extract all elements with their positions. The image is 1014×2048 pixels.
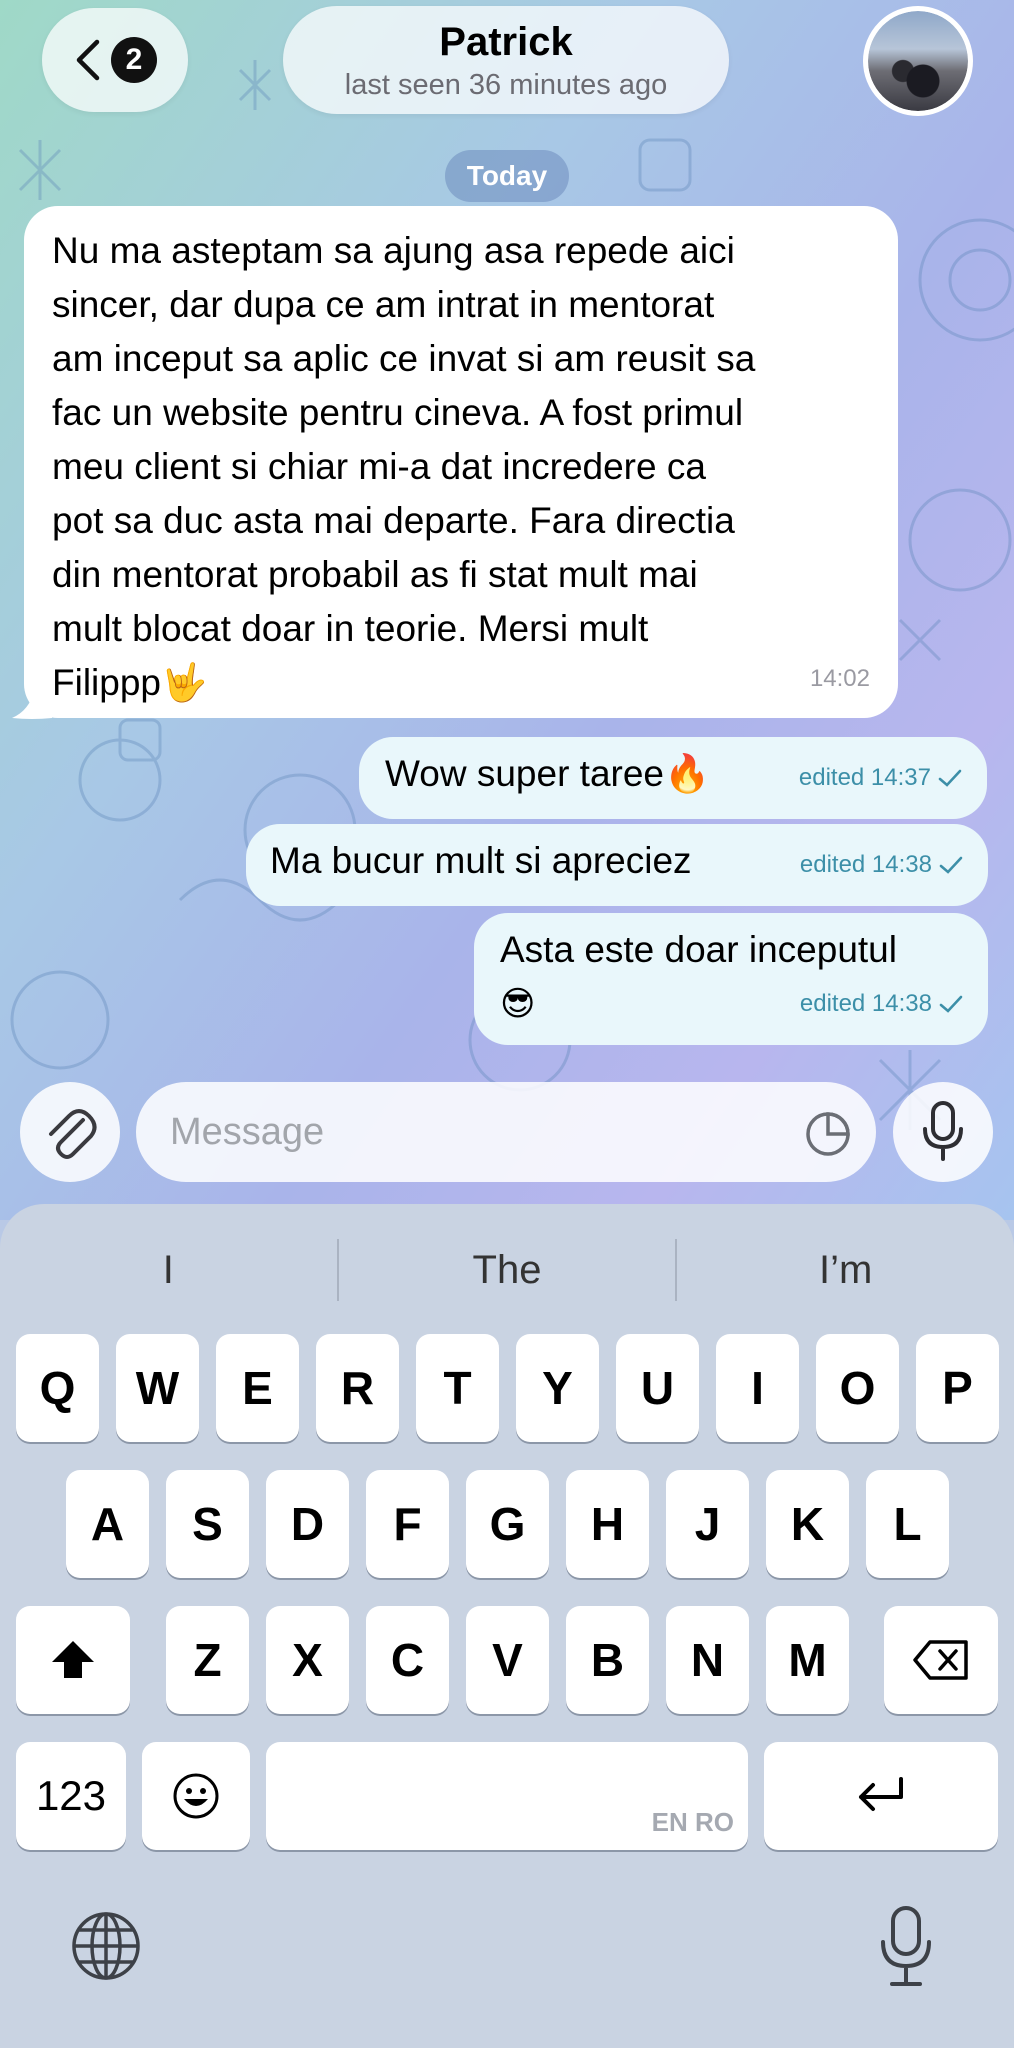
chat-title[interactable]: Patrick last seen 36 minutes ago xyxy=(283,6,729,114)
suggestion-item[interactable]: The xyxy=(339,1230,676,1310)
edited-time: edited 14:37 xyxy=(798,764,931,791)
back-button[interactable]: 2 xyxy=(42,8,188,112)
return-icon xyxy=(859,1777,903,1811)
outgoing-message[interactable]: Wow super taree🔥 edited 14:37 xyxy=(359,737,987,819)
sticker-icon[interactable] xyxy=(804,1110,852,1158)
edited-time: edited 14:38 xyxy=(799,990,932,1017)
keyboard-languages: EN RO xyxy=(651,1807,734,1837)
key-f[interactable]: F xyxy=(366,1470,449,1578)
message-text: Asta este doar inceputul xyxy=(500,929,897,970)
emoji-key[interactable] xyxy=(142,1742,250,1850)
message-input[interactable] xyxy=(168,1109,752,1155)
attach-button[interactable] xyxy=(20,1082,120,1182)
sent-check-icon xyxy=(939,995,963,1013)
key-t[interactable]: T xyxy=(416,1334,499,1442)
key-s[interactable]: S xyxy=(166,1470,249,1578)
key-c[interactable]: C xyxy=(366,1606,449,1714)
sent-check-icon xyxy=(939,856,963,874)
suggestion-item[interactable]: I’m xyxy=(677,1230,1014,1310)
message-line: sincer, dar dupa ce am intrat in mentora… xyxy=(52,284,715,325)
key-x[interactable]: X xyxy=(266,1606,349,1714)
message-line: mult blocat doar in teorie. Mersi mult xyxy=(52,608,649,649)
incoming-message[interactable]: Nu ma asteptam sa ajung asa repede aici … xyxy=(24,206,898,718)
suggestion-bar: I The I’m xyxy=(0,1230,1014,1310)
key-a[interactable]: A xyxy=(66,1470,149,1578)
globe-icon[interactable] xyxy=(70,1910,142,1982)
message-meta: edited 14:38 xyxy=(800,838,964,892)
key-i[interactable]: I xyxy=(716,1334,799,1442)
key-o[interactable]: O xyxy=(816,1334,899,1442)
key-p[interactable]: P xyxy=(916,1334,999,1442)
key-q[interactable]: Q xyxy=(16,1334,99,1442)
message-line: fac un website pentru cineva. A fost pri… xyxy=(52,392,744,433)
outgoing-message[interactable]: Ma bucur mult si apreciez edited 14:38 xyxy=(246,824,988,906)
key-m[interactable]: M xyxy=(766,1606,849,1714)
message-meta: edited 14:38 xyxy=(800,977,964,1031)
key-w[interactable]: W xyxy=(116,1334,199,1442)
chevron-left-icon xyxy=(76,39,100,81)
contact-name: Patrick xyxy=(439,20,573,64)
key-z[interactable]: Z xyxy=(166,1606,249,1714)
message-time: 14:02 xyxy=(809,665,870,692)
message-line: meu client si chiar mi-a dat incredere c… xyxy=(52,446,706,487)
keyboard: I The I’m Q W E R T Y U I O P A S D F G … xyxy=(0,1204,1014,2048)
key-g[interactable]: G xyxy=(466,1470,549,1578)
message-text: Wow super taree🔥 xyxy=(385,753,711,794)
key-b[interactable]: B xyxy=(566,1606,649,1714)
message-text: Ma bucur mult si apreciez xyxy=(270,840,692,881)
shift-key[interactable] xyxy=(16,1606,130,1714)
numbers-key[interactable]: 123 xyxy=(16,1742,126,1850)
unread-count-badge: 2 xyxy=(111,37,157,83)
message-meta: edited 14:37 xyxy=(799,751,963,805)
suggestion-item[interactable]: I xyxy=(0,1230,337,1310)
key-r[interactable]: R xyxy=(316,1334,399,1442)
message-line: am inceput sa aplic ce invat si am reusi… xyxy=(52,338,756,379)
emoji-icon xyxy=(173,1773,219,1819)
delete-key[interactable] xyxy=(884,1606,998,1714)
key-v[interactable]: V xyxy=(466,1606,549,1714)
key-d[interactable]: D xyxy=(266,1470,349,1578)
message-line: Filippp🤟 xyxy=(52,662,208,703)
space-key[interactable]: EN RO xyxy=(266,1742,748,1850)
message-field[interactable] xyxy=(136,1082,876,1182)
date-divider: Today xyxy=(445,150,569,202)
message-line: din mentorat probabil as fi stat mult ma… xyxy=(52,554,698,595)
shift-icon xyxy=(52,1641,94,1678)
avatar-image xyxy=(868,11,968,111)
avatar[interactable] xyxy=(863,6,973,116)
microphone-icon xyxy=(923,1101,963,1161)
sent-check-icon xyxy=(938,769,962,787)
key-u[interactable]: U xyxy=(616,1334,699,1442)
message-line: Nu ma asteptam sa ajung asa repede aici xyxy=(52,230,735,271)
dictation-mic-icon[interactable] xyxy=(878,1904,934,1988)
bubble-tail xyxy=(12,690,52,719)
key-e[interactable]: E xyxy=(216,1334,299,1442)
message-line: pot sa duc asta mai departe. Fara direct… xyxy=(52,500,735,541)
outgoing-message[interactable]: Asta este doar inceputul 😎 edited 14:38 xyxy=(474,913,988,1045)
key-n[interactable]: N xyxy=(666,1606,749,1714)
key-y[interactable]: Y xyxy=(516,1334,599,1442)
key-j[interactable]: J xyxy=(666,1470,749,1578)
contact-last-seen: last seen 36 minutes ago xyxy=(344,69,668,101)
key-l[interactable]: L xyxy=(866,1470,949,1578)
voice-record-button[interactable] xyxy=(893,1082,993,1182)
paperclip-icon xyxy=(49,1109,97,1159)
key-k[interactable]: K xyxy=(766,1470,849,1578)
backspace-icon xyxy=(913,1640,968,1680)
key-h[interactable]: H xyxy=(566,1470,649,1578)
return-key[interactable] xyxy=(764,1742,998,1850)
edited-time: edited 14:38 xyxy=(799,851,932,878)
